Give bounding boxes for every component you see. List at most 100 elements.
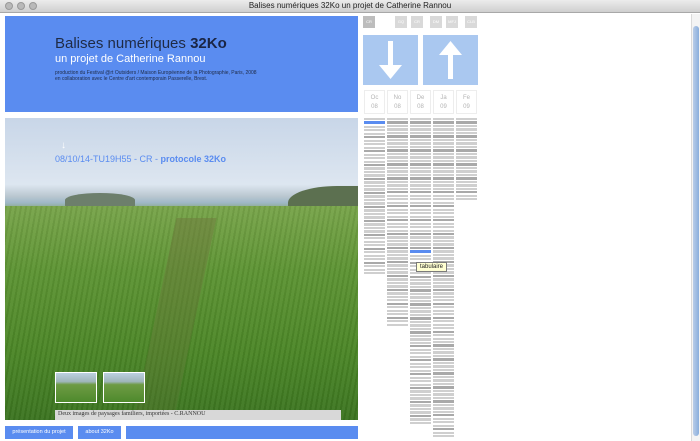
- timeline-entry[interactable]: [433, 379, 454, 382]
- timeline-entry[interactable]: [364, 202, 385, 205]
- timeline-entry[interactable]: [387, 278, 408, 281]
- timeline-entry[interactable]: [410, 208, 431, 211]
- timeline-entry[interactable]: [433, 299, 454, 302]
- timeline-entry[interactable]: [387, 281, 408, 285]
- timeline-entry[interactable]: [387, 191, 408, 194]
- timeline-entry[interactable]: [433, 421, 454, 424]
- timeline-entry[interactable]: [364, 167, 385, 170]
- timeline-entry[interactable]: [433, 327, 454, 330]
- timeline-entry[interactable]: [410, 362, 431, 365]
- vertical-scrollbar[interactable]: [691, 14, 700, 441]
- timeline-entry[interactable]: [433, 173, 454, 177]
- timeline-entry[interactable]: [433, 361, 454, 365]
- timeline-entry[interactable]: [410, 418, 431, 421]
- timeline-entry[interactable]: [387, 159, 408, 163]
- timeline-entry[interactable]: [433, 215, 454, 218]
- timeline-entry[interactable]: [410, 400, 431, 404]
- timeline-entry[interactable]: [364, 132, 385, 135]
- timeline-entry[interactable]: [387, 226, 408, 229]
- tab-author-2[interactable]: GQ: [395, 16, 407, 28]
- timeline-entry[interactable]: [456, 145, 477, 149]
- timeline-entry[interactable]: [410, 397, 431, 400]
- timeline-entry[interactable]: [433, 428, 454, 431]
- timeline-entry[interactable]: [433, 375, 454, 379]
- timeline-entry[interactable]: [364, 233, 385, 236]
- timeline-entry[interactable]: [410, 124, 431, 128]
- timeline-entry[interactable]: [364, 170, 385, 174]
- timeline-entry[interactable]: [410, 341, 431, 344]
- timeline-entry[interactable]: [387, 229, 408, 232]
- timeline-entry[interactable]: [387, 205, 408, 208]
- timeline-entry[interactable]: [433, 191, 454, 194]
- tab-author-3[interactable]: CR: [411, 16, 423, 28]
- timeline-entry[interactable]: [433, 257, 454, 260]
- timeline-entry[interactable]: [456, 135, 477, 138]
- timeline-entry[interactable]: [387, 170, 408, 173]
- timeline-entry[interactable]: [410, 334, 431, 338]
- timeline-entry[interactable]: [433, 208, 454, 211]
- timeline-entry[interactable]: [364, 160, 385, 163]
- timeline-entry[interactable]: [364, 188, 385, 191]
- timeline-entry[interactable]: [433, 407, 454, 410]
- timeline-entry[interactable]: [410, 296, 431, 299]
- timeline-entry[interactable]: [433, 365, 454, 368]
- timeline-entry[interactable]: [364, 177, 385, 181]
- timeline-entry[interactable]: [364, 223, 385, 226]
- timeline-entry[interactable]: [364, 247, 385, 250]
- timeline-entry[interactable]: [410, 184, 431, 187]
- timeline-entry[interactable]: [433, 121, 454, 124]
- timeline-entry[interactable]: [410, 173, 431, 177]
- timeline-entry[interactable]: [410, 226, 431, 229]
- timeline-entry[interactable]: [410, 359, 431, 362]
- timeline-entry[interactable]: [387, 187, 408, 190]
- timeline-entry[interactable]: [387, 295, 408, 298]
- timeline-entry[interactable]: [410, 383, 431, 386]
- timeline-entry[interactable]: [364, 125, 385, 128]
- timeline-entry[interactable]: [364, 240, 385, 243]
- timeline-entry[interactable]: [364, 205, 385, 209]
- timeline-entry[interactable]: [387, 222, 408, 225]
- timeline-entry[interactable]: [433, 232, 454, 236]
- timeline-entry[interactable]: [410, 338, 431, 341]
- timeline-entry[interactable]: [410, 369, 431, 372]
- thumbnail-2[interactable]: [103, 372, 145, 403]
- timeline-entry[interactable]: [456, 177, 477, 180]
- timeline-entry[interactable]: [387, 208, 408, 211]
- timeline-entry[interactable]: [387, 118, 408, 121]
- timeline-entry[interactable]: [433, 201, 454, 204]
- timeline-entry[interactable]: [387, 124, 408, 128]
- timeline-entry[interactable]: [433, 166, 454, 170]
- timeline-entry[interactable]: [387, 184, 408, 187]
- timeline-entry[interactable]: [410, 345, 431, 348]
- timeline-entry[interactable]: [410, 219, 431, 222]
- timeline-entry[interactable]: [456, 159, 477, 163]
- timeline-entry[interactable]: [410, 275, 431, 278]
- timeline-entry[interactable]: [410, 258, 431, 261]
- timeline-entry[interactable]: [433, 222, 454, 225]
- timeline-entry[interactable]: [456, 138, 477, 142]
- timeline-entry[interactable]: [456, 163, 477, 166]
- timeline-entry[interactable]: [387, 246, 408, 250]
- timeline-entry[interactable]: [387, 267, 408, 271]
- timeline-entry[interactable]: [433, 313, 454, 316]
- timeline-entry[interactable]: [410, 222, 431, 225]
- timeline-entry[interactable]: [433, 194, 454, 197]
- timeline-entry[interactable]: [433, 180, 454, 184]
- timeline-entry[interactable]: [410, 355, 431, 358]
- timeline-entry[interactable]: [410, 159, 431, 163]
- timeline-entry[interactable]: [410, 331, 431, 334]
- timeline-entry[interactable]: [410, 414, 431, 418]
- timeline-entry[interactable]: [410, 170, 431, 173]
- timeline-entry[interactable]: [456, 194, 477, 197]
- timeline-entry[interactable]: [364, 129, 385, 132]
- timeline-entry[interactable]: [387, 260, 408, 264]
- timeline-entry[interactable]: [433, 347, 454, 351]
- timeline-entry[interactable]: [410, 191, 431, 194]
- timeline-entry[interactable]: [433, 229, 454, 232]
- timeline-entry[interactable]: [387, 292, 408, 295]
- timeline-entry[interactable]: [410, 135, 431, 138]
- timeline-entry[interactable]: [433, 330, 454, 333]
- timeline-entry[interactable]: [410, 254, 431, 257]
- timeline-entry[interactable]: [433, 135, 454, 138]
- timeline-entry[interactable]: [410, 285, 431, 289]
